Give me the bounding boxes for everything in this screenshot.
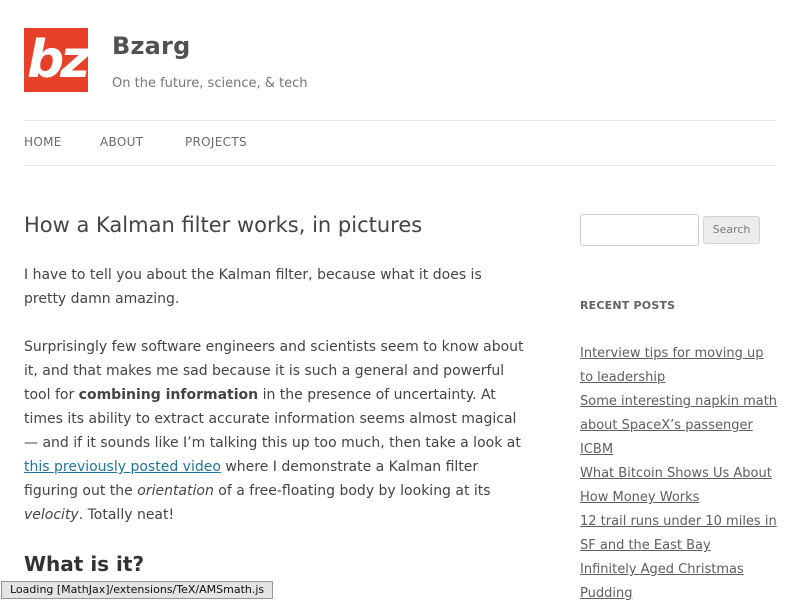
search-button[interactable]: Search (703, 216, 760, 244)
main-nav: HOME ABOUT PROJECTS (24, 120, 776, 166)
logo-text: bz (27, 30, 88, 90)
site-description: On the future, science, & tech (112, 76, 308, 91)
recent-post-link[interactable]: 12 trail runs under 10 miles in SF and t… (580, 514, 777, 553)
section-heading: What is it? (24, 552, 145, 576)
recent-post-item: 12 trail runs under 10 miles in SF and t… (580, 510, 780, 558)
text-run: . Totally neat! (78, 507, 175, 523)
post-content: I have to tell you about the Kalman filt… (24, 263, 524, 577)
nav-item-home[interactable]: HOME (24, 135, 62, 149)
recent-post-item: Interview tips for moving up to leadersh… (580, 342, 780, 390)
mathjax-loading-status: Loading [MathJax]/extensions/TeX/AMSmath… (1, 581, 274, 599)
nav-item-about[interactable]: ABOUT (100, 135, 143, 149)
italic-text: orientation (137, 483, 214, 499)
bold-text: combining information (78, 387, 259, 403)
recent-post-item: What Bitcoin Shows Us About How Money Wo… (580, 462, 780, 510)
site-title[interactable]: Bzarg (112, 32, 190, 60)
post-paragraph-2: Surprisingly few software engineers and … (24, 335, 524, 527)
recent-posts-title: RECENT POSTS (580, 299, 676, 312)
recent-post-link[interactable]: Interview tips for moving up to leadersh… (580, 346, 764, 385)
recent-post-item: Some interesting napkin math about Space… (580, 390, 780, 462)
recent-post-link[interactable]: What Bitcoin Shows Us About How Money Wo… (580, 466, 772, 505)
italic-text: velocity (24, 507, 79, 523)
recent-posts-list: Interview tips for moving up to leadersh… (580, 342, 780, 600)
recent-post-item: Infinitely Aged Christmas Pudding (580, 558, 780, 600)
text-run: of a free-floating body by looking at it… (213, 483, 491, 499)
recent-post-link[interactable]: Infinitely Aged Christmas Pudding (580, 562, 744, 600)
previous-video-link[interactable]: this previously posted video (24, 459, 221, 475)
search-input[interactable] (580, 214, 699, 246)
nav-item-projects[interactable]: PROJECTS (185, 135, 247, 149)
site-logo[interactable]: bz (24, 28, 88, 92)
post-title: How a Kalman filter works, in pictures (24, 213, 423, 237)
post-paragraph-1: I have to tell you about the Kalman filt… (24, 267, 482, 307)
recent-post-link[interactable]: Some interesting napkin math about Space… (580, 394, 777, 457)
